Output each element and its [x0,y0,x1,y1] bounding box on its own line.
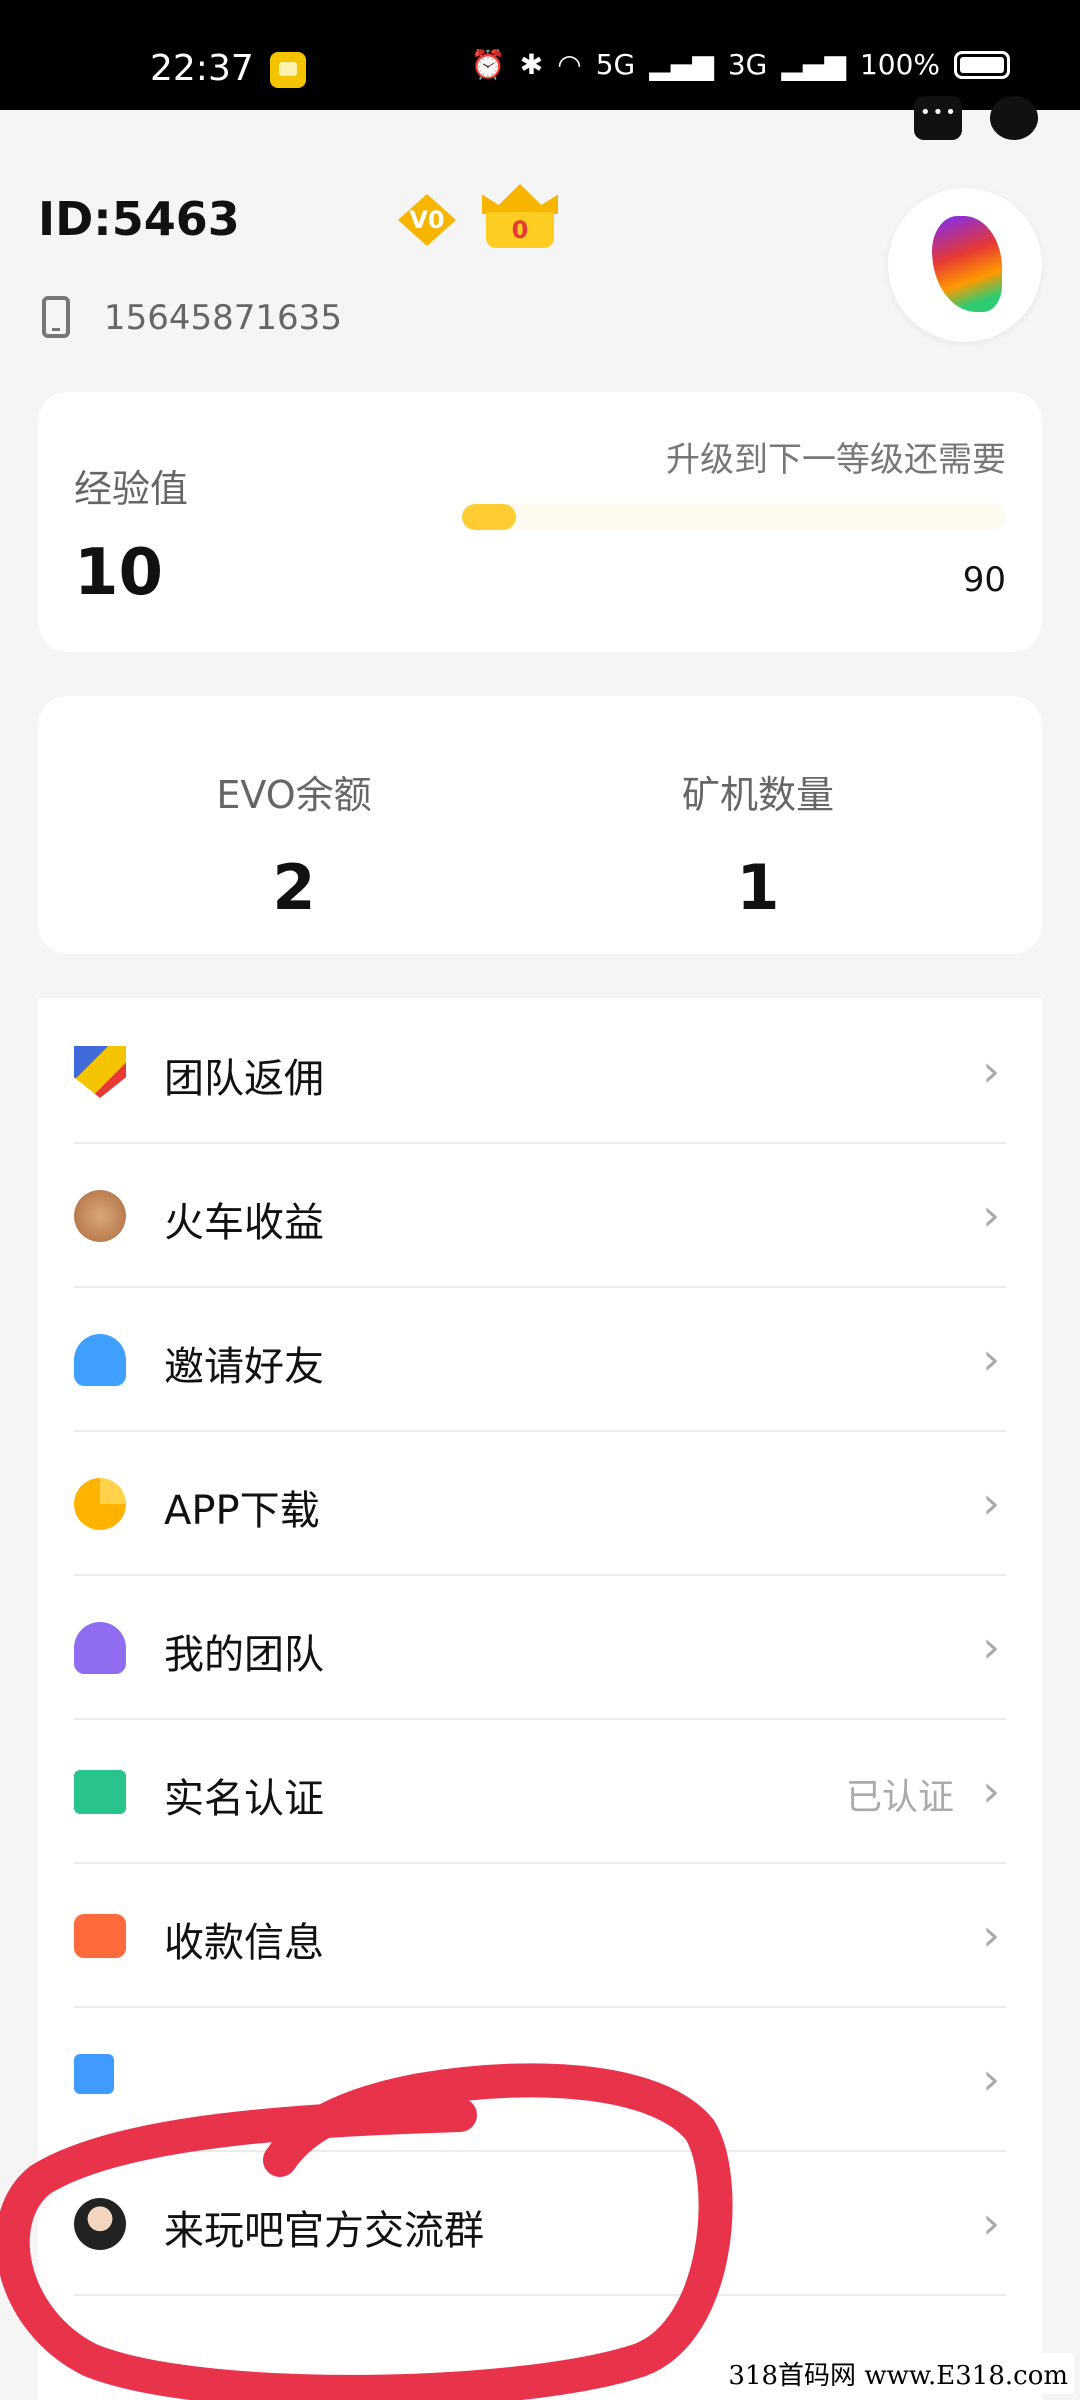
crown-icon: 0 [482,184,558,252]
menu-item-label: 邀请好友 [164,1344,324,1390]
watermark: 318首码网 www.E318.com [722,2353,1074,2394]
add-user-icon [74,1334,126,1386]
menu-item-train-earnings[interactable]: 火车收益 › [74,1142,1006,1288]
coin-icon [74,1190,126,1242]
status-time: 22:37 [150,48,254,89]
group-users-icon [74,1622,126,1674]
status-bar: 22:37 ⏰ ✱ ◠ 5G ▂▄▆ 3G ▂▄▆ 100% [0,0,1080,110]
menu-item-label: 实名认证 [164,1776,324,1822]
menu-item-label: 火车收益 [164,1200,324,1246]
evo-balance-value: 2 [272,851,316,924]
menu-item-real-name[interactable]: 实名认证 已认证 › [74,1718,1006,1864]
support-agent-icon [74,2198,126,2250]
battery-percent: 100% [859,48,940,81]
miner-count-label: 矿机数量 [681,773,834,817]
experience-card: 经验值 10 升级到下一等级还需要 90 [38,392,1042,652]
chevron-right-icon: › [982,2054,1000,2105]
chevron-right-icon: › [982,1334,1000,1385]
menu-item-obscured[interactable]: › [74,2006,1006,2152]
id-card-icon [74,1770,126,1814]
battery-icon [954,50,1010,79]
menu-item-payment-info[interactable]: 收款信息 › [74,1862,1006,2008]
phone-number: 15645871635 [104,298,342,338]
user-id: ID:5463 [38,192,240,246]
pie-icon [74,1478,126,1530]
experience-needed: 90 [962,560,1006,600]
crown-count: 0 [486,212,554,248]
verification-status: 已认证 [845,1777,954,1818]
hidden-item-icon [74,2054,114,2094]
signal-icon: ▂▄▆ [649,48,714,81]
menu-item-app-download[interactable]: APP下载 › [74,1430,1006,1576]
menu-item-label: 来玩吧官方交流群 [164,2208,484,2254]
evo-balance[interactable]: EVO余额 2 [64,764,524,924]
team-rebate-icon [74,1046,126,1098]
next-level-label: 升级到下一等级还需要 [666,440,1006,480]
miner-count[interactable]: 矿机数量 1 [528,764,988,924]
stats-card: EVO余额 2 矿机数量 1 [38,696,1042,954]
menu-item-official-group[interactable]: 来玩吧官方交流群 › [74,2150,1006,2296]
status-icons: ⏰ ✱ ◠ 5G ▂▄▆ 3G ▂▄▆ 100% [471,48,1010,81]
miner-count-value: 1 [736,851,780,924]
chevron-right-icon: › [982,1190,1000,1241]
experience-progress-fill [462,504,517,530]
menu-item-label: 收款信息 [164,1920,324,1966]
menu-item-label: 团队返佣 [164,1056,324,1102]
signal-3g-label: 3G [727,48,768,81]
notification-icon [270,52,306,88]
chevron-right-icon: › [982,1766,1000,1817]
experience-progress-bar [462,504,1006,530]
avatar[interactable] [888,188,1042,342]
menu-item-label: 我的团队 [164,1632,324,1678]
chevron-right-icon: › [982,1046,1000,1097]
menu-item-team-rebate[interactable]: 团队返佣 › [74,998,1006,1144]
chevron-right-icon: › [982,1478,1000,1529]
menu-item-invite-friends[interactable]: 邀请好友 › [74,1286,1006,1432]
chevron-right-icon: › [982,1622,1000,1673]
message-icon[interactable] [914,96,962,140]
menu-item-label: APP下载 [164,1488,320,1534]
signal-icon: ▂▄▆ [781,48,846,81]
chevron-right-icon: › [982,2198,1000,2249]
evo-balance-label: EVO余额 [216,773,372,817]
phone-icon [42,296,70,338]
wallet-icon [74,1914,126,1958]
bluetooth-icon: ✱ [519,48,544,81]
gear-icon[interactable] [990,96,1038,140]
menu-item-my-team[interactable]: 我的团队 › [74,1574,1006,1720]
chevron-right-icon: › [982,1910,1000,1961]
menu-list: 团队返佣 › 火车收益 › 邀请好友 › APP下载 › 我的团队 › 实名认证… [38,998,1042,2400]
experience-value: 10 [74,536,164,610]
vip-level-badge: V0 [398,194,456,246]
alarm-icon: ⏰ [470,48,506,81]
wifi-icon: ◠ [557,48,582,81]
experience-label: 经验值 [74,467,189,511]
signal-5g-label: 5G [595,48,636,81]
